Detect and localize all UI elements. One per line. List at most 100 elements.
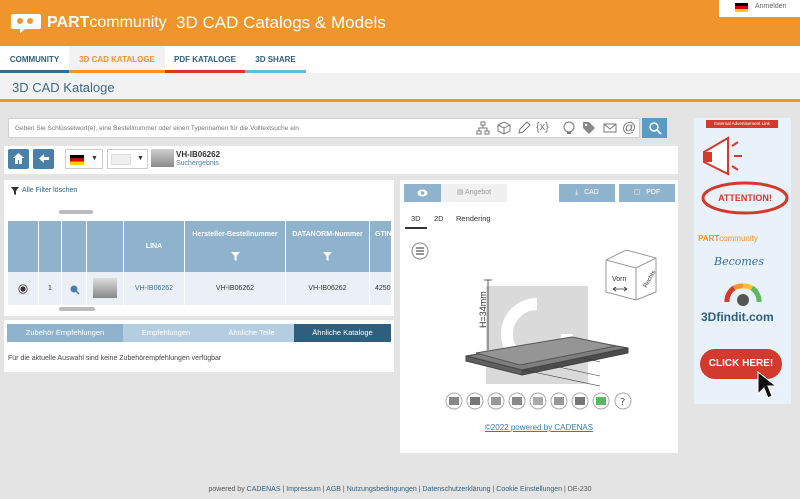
tab-3d-cad-kataloge[interactable]: 3D CAD KATALOGE	[69, 46, 165, 73]
cube-icon[interactable]	[497, 121, 511, 135]
download-icon: ⤓	[575, 189, 579, 196]
bulb-search-icon[interactable]	[562, 121, 576, 135]
tab-pdf-kataloge[interactable]: PDF KATALOGE	[165, 46, 245, 73]
row-index: 1	[39, 272, 62, 305]
svg-text:ATTENTION!: ATTENTION!	[718, 193, 772, 203]
active-tab-indicator	[405, 227, 427, 229]
home-button[interactable]	[8, 149, 29, 169]
column-order-number[interactable]: Hersteller-Bestellnummer	[185, 221, 286, 272]
catalog-dropdown[interactable]: ▼	[107, 149, 148, 169]
filter-clear-icon[interactable]	[10, 186, 20, 196]
cell-lina-link[interactable]: VH-IB06262	[124, 272, 185, 305]
tab-accessory-recommendations[interactable]: Zubehör Empfehlungen	[7, 324, 123, 342]
pdf-icon: ▢	[633, 189, 641, 196]
viewer-toolbar: ?	[445, 392, 632, 410]
view-button[interactable]	[404, 184, 441, 202]
home-icon	[13, 153, 24, 164]
filter-icon[interactable]	[231, 252, 240, 261]
hierarchy-icon[interactable]	[476, 121, 490, 135]
partcommunity-logo-icon[interactable]	[10, 12, 42, 34]
horizontal-scrollbar[interactable]	[59, 307, 95, 311]
footer-privacy-link[interactable]: Datenschutzerklärung	[422, 486, 490, 493]
row-radio[interactable]	[8, 272, 39, 305]
3d-viewer-canvas[interactable]: Vorn Rechts H=34mm ?	[404, 232, 676, 442]
no-recommendations-text: Für die aktuelle Auswahl sind keine Zube…	[8, 355, 222, 362]
footer-impressum-link[interactable]: Impressum	[286, 486, 321, 493]
footer-agb-link[interactable]: AGB	[326, 486, 341, 493]
back-button[interactable]	[33, 149, 54, 169]
mail-icon[interactable]	[603, 121, 617, 135]
arrow-left-icon	[39, 154, 49, 163]
row-action[interactable]	[62, 272, 87, 305]
configure-icon	[70, 285, 80, 295]
ad-becomes-text: Becomes	[714, 255, 764, 268]
footer-cookie-link[interactable]: Cookie Einstellungen	[496, 486, 562, 493]
cad-download-button[interactable]: ⤓ CAD	[559, 184, 615, 202]
tab-similar-catalogs[interactable]: Ähnliche Kataloge	[294, 324, 391, 342]
layers-icon[interactable]	[449, 397, 459, 405]
section-icon[interactable]	[533, 397, 543, 405]
wireframe-icon[interactable]	[512, 397, 522, 405]
navigation-cube[interactable]: Vorn Rechts	[605, 249, 657, 301]
offer-button[interactable]: ▤ Angebot	[441, 184, 507, 202]
measure-icon[interactable]	[470, 397, 480, 405]
product-thumbnail[interactable]	[151, 149, 174, 167]
footer-locale: DE-230	[567, 486, 592, 493]
row-thumbnail[interactable]	[87, 272, 124, 305]
explode-icon[interactable]	[554, 397, 564, 405]
radio-selected-icon	[18, 284, 28, 294]
ad-partcommunity-logo: PARTcommunity	[698, 234, 758, 243]
cell-gtin: 4250	[375, 285, 391, 292]
german-flag-icon	[70, 155, 84, 165]
tab-rendering[interactable]: Rendering	[456, 214, 491, 223]
column-datanorm[interactable]: DATANORM-Nummer	[286, 221, 370, 272]
language-dropdown[interactable]: ▼	[65, 149, 103, 169]
color-icon[interactable]	[596, 397, 606, 405]
pdf-download-button[interactable]: ▢ PDF	[619, 184, 675, 202]
column-gtin[interactable]: GTIN	[370, 221, 392, 272]
filter-icon[interactable]	[323, 252, 332, 261]
page-title: 3D CAD Kataloge	[12, 80, 115, 95]
catalog-logo-icon	[111, 154, 131, 165]
search-result-link[interactable]: Suchergebnis	[176, 160, 219, 167]
tab-similar-parts[interactable]: Ähnliche Teile	[209, 324, 294, 342]
clear-filters-link[interactable]: Alle Filter löschen	[22, 187, 77, 194]
cursor-icon	[757, 370, 778, 399]
search-button[interactable]	[642, 118, 667, 138]
chevron-down-icon: ▼	[137, 155, 144, 162]
footer-cadenas-link[interactable]: CADENAS	[247, 486, 281, 493]
ad-label[interactable]: External Advertisement Link	[706, 120, 778, 128]
help-icon[interactable]: ?	[620, 397, 625, 408]
footer: powered by CADENAS | Impressum | AGB | N…	[208, 486, 592, 493]
brand-name[interactable]: PARTcommunity	[47, 14, 167, 32]
cell-order-number: VH-IB06262	[185, 272, 286, 305]
gauge-icon	[724, 283, 762, 306]
copyright-link[interactable]: ©2022 powered by CADENAS	[400, 423, 678, 432]
tab-3d[interactable]: 3D	[411, 214, 421, 223]
tab-3d-share[interactable]: 3D SHARE	[245, 46, 306, 73]
tab-community[interactable]: COMMUNITY	[0, 46, 69, 73]
page-title-bar	[0, 73, 800, 102]
product-image	[93, 278, 117, 298]
at-icon[interactable]: @	[622, 119, 636, 135]
dimension-label: H=34mm	[478, 291, 488, 328]
column-select	[8, 221, 39, 272]
login-link[interactable]: Anmelden	[755, 3, 787, 10]
footer-terms-link[interactable]: Nutzungsbedingungen	[347, 486, 417, 493]
tab-2d[interactable]: 2D	[434, 214, 444, 223]
tab-recommendations[interactable]: Empfehlungen	[123, 324, 209, 342]
german-flag-icon[interactable]	[735, 3, 748, 12]
cube-face-front: Vorn	[612, 276, 627, 283]
column-index	[39, 221, 62, 272]
viewer-menu-icon[interactable]	[411, 242, 429, 260]
cell-datanorm: VH-IB06262	[286, 272, 370, 305]
horizontal-scrollbar[interactable]	[59, 210, 93, 214]
pencil-icon[interactable]	[517, 121, 531, 135]
cube-view-icon[interactable]	[575, 397, 585, 405]
variable-icon[interactable]: {x}	[536, 121, 549, 133]
shading-icon[interactable]	[491, 397, 501, 405]
chevron-down-icon: ▼	[91, 155, 98, 162]
tags-icon[interactable]	[582, 121, 596, 135]
megaphone-icon	[703, 136, 742, 176]
column-lina[interactable]: LINA	[124, 221, 185, 272]
